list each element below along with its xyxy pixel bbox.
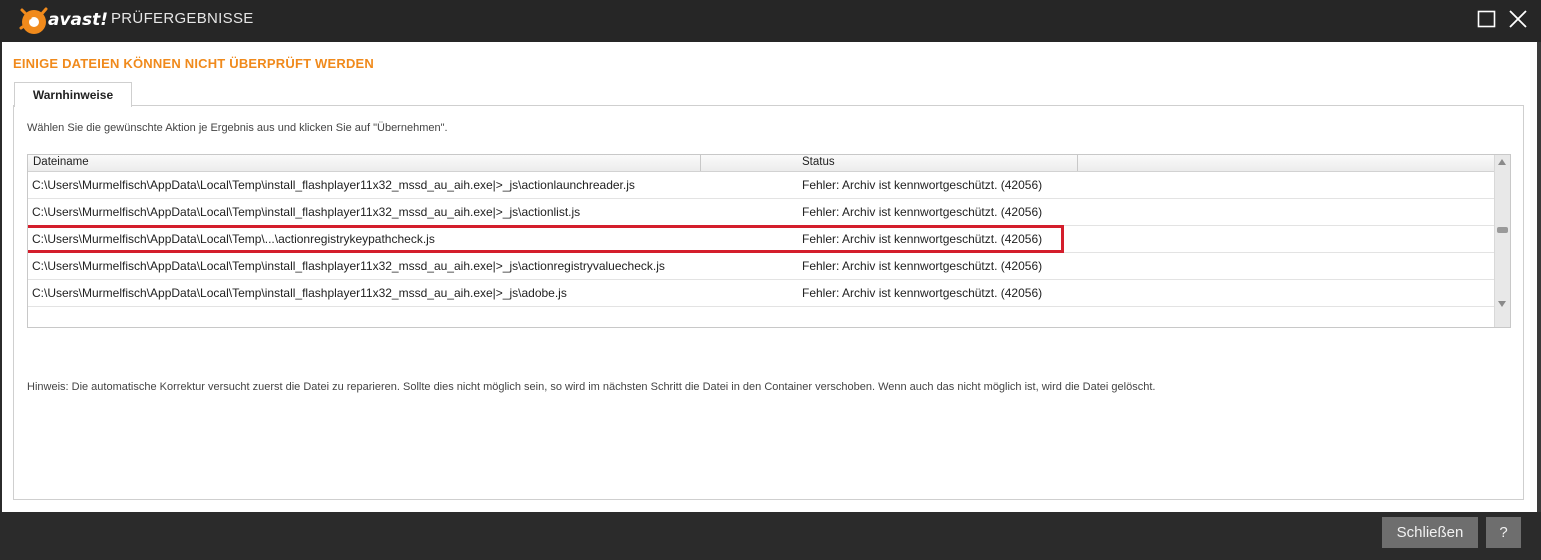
status-cell: Fehler: Archiv ist kennwortgeschützt. (4… [802,178,1043,192]
brand-name: avast! [48,10,109,30]
maximize-button[interactable] [1476,8,1498,30]
filename-cell: C:\Users\Murmelfisch\AppData\Local\Temp\… [32,259,665,273]
results-panel: EINIGE DATEIEN KÖNNEN NICHT ÜBERPRÜFT WE… [2,42,1537,512]
column-divider[interactable] [1077,155,1078,171]
instruction-text: Wählen Sie die gewünschte Aktion je Erge… [27,122,448,134]
close-window-button[interactable] [1507,8,1529,30]
results-grid: Dateiname Status C:\Users\Murmelfisch\Ap… [27,154,1511,328]
avast-logo: avast! [18,4,108,38]
tab-content: Wählen Sie die gewünschte Aktion je Erge… [13,105,1524,500]
close-button[interactable]: Schließen [1382,517,1478,548]
help-button[interactable]: ? [1486,517,1521,548]
hint-text: Hinweis: Die automatische Korrektur vers… [27,381,1156,393]
table-row[interactable]: C:\Users\Murmelfisch\AppData\Local\Temp\… [28,253,1494,280]
filename-cell: C:\Users\Murmelfisch\AppData\Local\Temp\… [32,178,635,192]
status-cell: Fehler: Archiv ist kennwortgeschützt. (4… [802,286,1043,300]
column-divider[interactable] [700,155,701,171]
maximize-icon [1477,10,1496,28]
vertical-scrollbar[interactable] [1494,155,1510,327]
tab-warnhinweise[interactable]: Warnhinweise [14,82,132,107]
title-bar: avast! PRÜFERGEBNISSE [0,0,1541,42]
scroll-down-arrow-icon[interactable] [1498,301,1506,307]
grid-header: Dateiname Status [28,155,1494,172]
page-heading: EINIGE DATEIEN KÖNNEN NICHT ÜBERPRÜFT WE… [13,56,375,71]
status-cell: Fehler: Archiv ist kennwortgeschützt. (4… [802,232,1043,246]
table-row[interactable]: C:\Users\Murmelfisch\AppData\Local\Temp\… [28,280,1494,307]
table-row[interactable]: C:\Users\Murmelfisch\AppData\Local\Temp\… [28,172,1494,199]
table-row[interactable]: C:\Users\Murmelfisch\AppData\Local\Temp\… [28,199,1494,226]
filename-cell: C:\Users\Murmelfisch\AppData\Local\Temp\… [32,286,567,300]
status-cell: Fehler: Archiv ist kennwortgeschützt. (4… [802,259,1043,273]
status-cell: Fehler: Archiv ist kennwortgeschützt. (4… [802,205,1043,219]
scroll-up-arrow-icon[interactable] [1498,159,1506,165]
footer-bar: Schließen ? [0,512,1541,560]
column-header-status[interactable]: Status [802,156,835,168]
scroll-thumb[interactable] [1497,227,1508,233]
close-icon [1509,10,1527,28]
table-row-highlighted[interactable]: C:\Users\Murmelfisch\AppData\Local\Temp\… [28,225,1494,253]
window-title: PRÜFERGEBNISSE [111,10,254,27]
window-edge [1537,42,1541,512]
filename-cell: C:\Users\Murmelfisch\AppData\Local\Temp\… [32,232,435,246]
filename-cell: C:\Users\Murmelfisch\AppData\Local\Temp\… [32,205,581,219]
grid-rows: C:\Users\Murmelfisch\AppData\Local\Temp\… [28,172,1494,307]
column-header-filename[interactable]: Dateiname [33,156,89,168]
